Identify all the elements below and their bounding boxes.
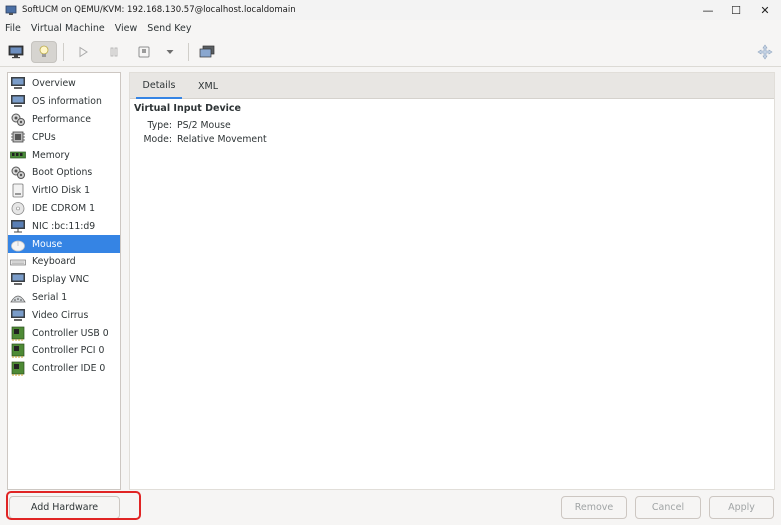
- menu-file[interactable]: File: [0, 23, 26, 34]
- tab-details[interactable]: Details: [136, 73, 182, 99]
- monitor-icon: [11, 273, 25, 286]
- sidebar-item-label: Serial 1: [32, 291, 68, 303]
- cancel-button[interactable]: Cancel: [635, 496, 701, 519]
- sidebar-item-serial-1[interactable]: Serial 1: [8, 289, 120, 307]
- sidebar-item-cpus[interactable]: CPUs: [8, 128, 120, 146]
- sidebar-item-nic[interactable]: NIC :bc:11:d9: [8, 217, 120, 235]
- run-button[interactable]: [70, 41, 96, 63]
- sidebar-item-label: CPUs: [32, 131, 56, 143]
- monitor-icon: [11, 95, 25, 108]
- gears-icon: [11, 113, 25, 126]
- sidebar-item-controller-ide-0[interactable]: Controller IDE 0: [8, 360, 120, 378]
- sidebar-item-label: NIC :bc:11:d9: [32, 220, 96, 232]
- sidebar-item-ide-cdrom-1[interactable]: IDE CDROM 1: [8, 200, 120, 218]
- chevron-down-icon: [166, 50, 174, 54]
- apply-button[interactable]: Apply: [709, 496, 774, 519]
- pause-icon: [110, 47, 118, 57]
- memory-module-icon: [10, 151, 26, 158]
- tab-xml[interactable]: XML: [188, 73, 228, 99]
- sidebar-item-os-information[interactable]: OS information: [8, 93, 120, 111]
- sidebar-item-label: Overview: [32, 78, 76, 90]
- shutdown-button[interactable]: [131, 41, 157, 63]
- details-panel: Details XML Virtual Input Device Type: P…: [129, 72, 775, 490]
- console-view-button[interactable]: [3, 41, 29, 63]
- sidebar-item-label: Controller USB 0: [32, 327, 109, 339]
- sidebar-item-label: IDE CDROM 1: [32, 202, 96, 214]
- sidebar-item-keyboard[interactable]: Keyboard: [8, 253, 120, 271]
- app-icon: [5, 5, 17, 15]
- sidebar-item-memory[interactable]: Memory: [8, 146, 120, 164]
- monitor-icon: [11, 308, 25, 321]
- controller-card-icon: [11, 344, 25, 359]
- highlight-box: [6, 491, 141, 520]
- sidebar-item-display-vnc[interactable]: Display VNC: [8, 271, 120, 289]
- mode-label: Mode:: [143, 134, 172, 145]
- remove-button[interactable]: Remove: [561, 496, 627, 519]
- toolbar: [0, 37, 781, 67]
- sidebar-item-label: Display VNC: [32, 274, 90, 286]
- controller-card-icon: [11, 361, 25, 377]
- cpu-chip-icon: [11, 131, 25, 143]
- sidebar-item-label: VirtIO Disk 1: [32, 185, 91, 197]
- sidebar-item-label: Controller PCI 0: [32, 345, 105, 357]
- window-title: SoftUCM on QEMU/KVM: 192.168.130.57@loca…: [22, 5, 296, 15]
- snapshot-icon: [199, 45, 215, 58]
- sidebar-item-label: OS information: [32, 96, 102, 108]
- cdrom-icon: [11, 202, 25, 215]
- serial-port-icon: [10, 295, 26, 303]
- minimize-icon: —: [702, 3, 714, 17]
- sidebar-item-label: Memory: [32, 149, 70, 161]
- gears-icon: [11, 166, 25, 180]
- sidebar-item-controller-usb-0[interactable]: Controller USB 0: [8, 324, 120, 342]
- sidebar-item-label: Performance: [32, 113, 91, 125]
- monitor-icon: [8, 45, 24, 59]
- tab-bar: Details XML: [130, 73, 774, 99]
- mode-value: Relative Movement: [177, 134, 267, 145]
- resize-arrows-icon: [757, 44, 773, 60]
- type-label: Type:: [147, 120, 173, 131]
- maximize-icon: ☐: [731, 3, 741, 17]
- monitor-icon: [11, 77, 25, 90]
- hardware-list: Overview OS information Performance CPUs…: [7, 72, 121, 490]
- close-button[interactable]: ✕: [747, 0, 781, 20]
- sidebar-item-boot-options[interactable]: Boot Options: [8, 164, 120, 182]
- menu-virtual-machine[interactable]: Virtual Machine: [26, 23, 110, 34]
- power-icon: [138, 46, 150, 58]
- sidebar-item-virtio-disk-1[interactable]: VirtIO Disk 1: [8, 182, 120, 200]
- type-value: PS/2 Mouse: [177, 120, 231, 131]
- toolbar-separator: [63, 43, 64, 61]
- keyboard-icon: [10, 260, 26, 266]
- network-icon: [11, 219, 25, 233]
- menu-send-key[interactable]: Send Key: [142, 23, 196, 34]
- disk-icon: [12, 183, 24, 198]
- details-view-button[interactable]: [31, 41, 57, 63]
- section-title: Virtual Input Device: [134, 103, 241, 114]
- sidebar-item-performance[interactable]: Performance: [8, 111, 120, 129]
- title-bar: SoftUCM on QEMU/KVM: 192.168.130.57@loca…: [0, 0, 781, 20]
- mouse-icon: [11, 240, 25, 251]
- menu-bar: File Virtual Machine View Send Key: [0, 20, 781, 37]
- sidebar-item-video-cirrus[interactable]: Video Cirrus: [8, 306, 120, 324]
- sidebar-item-label: Controller IDE 0: [32, 363, 106, 375]
- sidebar-item-label: Mouse: [32, 238, 63, 250]
- shutdown-menu-button[interactable]: [157, 41, 183, 63]
- menu-view[interactable]: View: [110, 23, 143, 34]
- fullscreen-button[interactable]: [752, 41, 778, 63]
- play-icon: [79, 46, 88, 58]
- close-icon: ✕: [760, 3, 770, 17]
- sidebar-item-mouse[interactable]: Mouse: [8, 235, 120, 253]
- lightbulb-icon: [39, 45, 49, 57]
- snapshots-button[interactable]: [194, 41, 220, 63]
- sidebar-item-label: Keyboard: [32, 256, 76, 268]
- pause-button[interactable]: [101, 41, 127, 63]
- toolbar-separator: [188, 43, 189, 61]
- sidebar-item-overview[interactable]: Overview: [8, 75, 120, 93]
- sidebar-item-label: Boot Options: [32, 167, 93, 179]
- controller-card-icon: [11, 326, 25, 341]
- sidebar-item-label: Video Cirrus: [32, 309, 89, 321]
- sidebar-item-controller-pci-0[interactable]: Controller PCI 0: [8, 342, 120, 360]
